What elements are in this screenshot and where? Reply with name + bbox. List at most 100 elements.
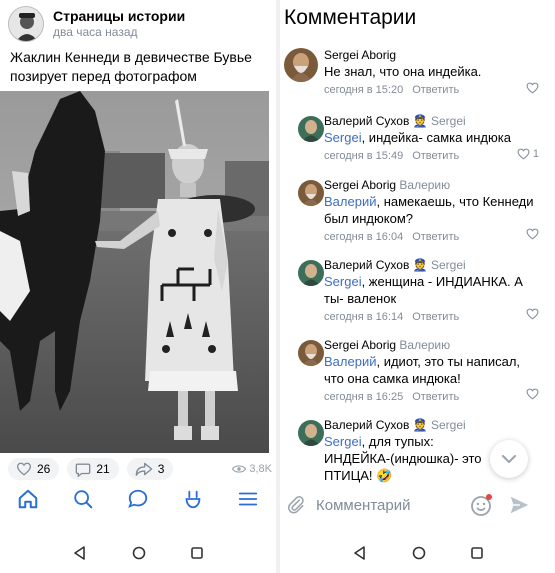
back-icon[interactable]: [73, 546, 87, 560]
attach-icon[interactable]: [286, 494, 306, 516]
comment-like-button[interactable]: [526, 228, 539, 240]
comments-title: Комментарии: [284, 6, 417, 29]
comment-author[interactable]: Валерий Сухов 👮 Sergei: [324, 114, 534, 129]
share-button[interactable]: 3: [126, 458, 174, 480]
sticker-icon[interactable]: [470, 493, 494, 517]
home-circle-icon[interactable]: [412, 546, 426, 560]
avatar[interactable]: [298, 116, 324, 142]
system-navigation-bar: [0, 533, 276, 573]
heart-icon: [526, 228, 539, 240]
bottom-tab-bar: [0, 482, 276, 516]
comment-count: 21: [96, 462, 110, 476]
scroll-down-button[interactable]: [490, 440, 528, 478]
home-circle-icon[interactable]: [132, 546, 146, 560]
rolling-laughing-emoji-icon: 🤣: [376, 468, 393, 483]
mention-link[interactable]: Sergei: [324, 274, 362, 289]
reply-to-name[interactable]: Валерию: [399, 338, 450, 352]
messages-icon: [128, 489, 148, 508]
heart-icon: [517, 148, 530, 160]
post-text: Жаклин Кеннеди в девичестве Бувье позиру…: [10, 49, 252, 84]
heart-icon: [526, 308, 539, 320]
comment-like-button[interactable]: [526, 308, 539, 320]
search-icon: [74, 490, 93, 509]
avatar[interactable]: [298, 420, 324, 446]
comment-time: сегодня в 16:25: [324, 391, 404, 403]
comment-like-count: 1: [532, 148, 539, 160]
reply-to-name[interactable]: Sergei: [431, 258, 466, 272]
mention-link[interactable]: Sergei: [324, 434, 362, 449]
mention-link[interactable]: Sergei: [324, 130, 362, 145]
view-count: 3,8K: [249, 463, 272, 475]
clips-icon: [185, 490, 201, 509]
comment-author[interactable]: Валерий Сухов 👮 Sergei: [324, 258, 534, 273]
comment-time: сегодня в 16:04: [324, 231, 404, 243]
recents-icon[interactable]: [470, 547, 483, 559]
reply-to-name[interactable]: Sergei: [431, 114, 466, 128]
comment-text: Не знал, что она индейка.: [324, 64, 482, 79]
share-count: 3: [157, 462, 165, 476]
chevron-down-icon: [502, 455, 516, 463]
heart-icon: [526, 388, 539, 400]
eye-icon: [232, 465, 247, 473]
mention-link[interactable]: Валерий: [324, 354, 376, 369]
comment-input[interactable]: [316, 496, 456, 514]
like-count: 26: [37, 462, 51, 476]
share-icon: [135, 462, 153, 476]
group-name[interactable]: Страницы истории: [53, 8, 185, 25]
comment-like-button[interactable]: [526, 388, 539, 400]
comment-meta: сегодня в 16:25 Ответить: [324, 389, 534, 405]
post-photo[interactable]: [0, 91, 269, 453]
menu-icon: [239, 492, 258, 506]
comment-text: Валерий, намекаешь, что Кеннеди был индю…: [324, 194, 534, 226]
comment-meta: сегодня в 15:49 Ответить: [324, 148, 534, 164]
avatar[interactable]: [298, 340, 324, 366]
heart-icon: [526, 82, 539, 94]
tab-search[interactable]: [69, 485, 97, 513]
heart-icon: [16, 462, 32, 476]
tab-menu[interactable]: [234, 485, 262, 513]
comment-icon: [76, 463, 91, 477]
comments-button[interactable]: 21: [67, 458, 119, 480]
comment-text: Sergei, индейка- самка индюка: [324, 130, 511, 145]
recents-icon[interactable]: [191, 547, 204, 559]
reply-button[interactable]: Ответить: [412, 150, 459, 162]
tab-messages[interactable]: [124, 485, 152, 513]
tab-home[interactable]: [14, 485, 42, 513]
avatar[interactable]: [298, 180, 324, 206]
like-button[interactable]: 26: [8, 458, 60, 480]
comment-author[interactable]: Sergei Aborig Валерию: [324, 178, 534, 193]
avatar[interactable]: [298, 260, 324, 286]
views-counter: 3,8K: [232, 463, 272, 475]
post-actions: 26 21 3 3,8K: [8, 458, 272, 480]
comment-like-button[interactable]: 1: [517, 148, 539, 160]
police-officer-emoji-icon: 👮: [412, 258, 428, 272]
comment-author[interactable]: Sergei Aborig: [324, 48, 550, 63]
reply-button[interactable]: Ответить: [412, 391, 459, 403]
comment-author[interactable]: Валерий Сухов 👮 Sergei: [324, 418, 494, 433]
comment-meta: сегодня в 16:14 Ответить: [324, 309, 534, 325]
police-officer-emoji-icon: 👮: [412, 418, 428, 432]
reply-button[interactable]: Ответить: [412, 84, 459, 96]
reply-button[interactable]: Ответить: [412, 311, 459, 323]
back-icon[interactable]: [353, 546, 367, 560]
system-navigation-bar: [280, 533, 555, 573]
comment-time: сегодня в 15:49: [324, 150, 404, 162]
reply-to-name[interactable]: Sergei: [431, 418, 466, 432]
comments-screen: Комментарии Sergei Aborig Не знал, что о…: [280, 0, 555, 573]
reply-to-name[interactable]: Валерию: [399, 178, 450, 192]
home-icon: [18, 489, 37, 509]
group-avatar[interactable]: [8, 6, 44, 42]
comment-meta: сегодня в 15:20 Ответить: [324, 82, 550, 98]
comment-time: сегодня в 16:14: [324, 311, 404, 323]
post-header: Страницы истории два часа назад: [8, 6, 185, 42]
comment-meta: сегодня в 16:04 Ответить: [324, 229, 534, 245]
send-icon[interactable]: [508, 494, 530, 516]
avatar[interactable]: [284, 48, 318, 82]
comment-like-button[interactable]: [526, 82, 539, 94]
mention-link[interactable]: Валерий: [324, 194, 376, 209]
comment-author[interactable]: Sergei Aborig Валерию: [324, 338, 534, 353]
reply-button[interactable]: Ответить: [412, 231, 459, 243]
police-officer-emoji-icon: 👮: [412, 114, 428, 128]
post-time: два часа назад: [53, 25, 138, 39]
tab-clips[interactable]: [179, 485, 207, 513]
